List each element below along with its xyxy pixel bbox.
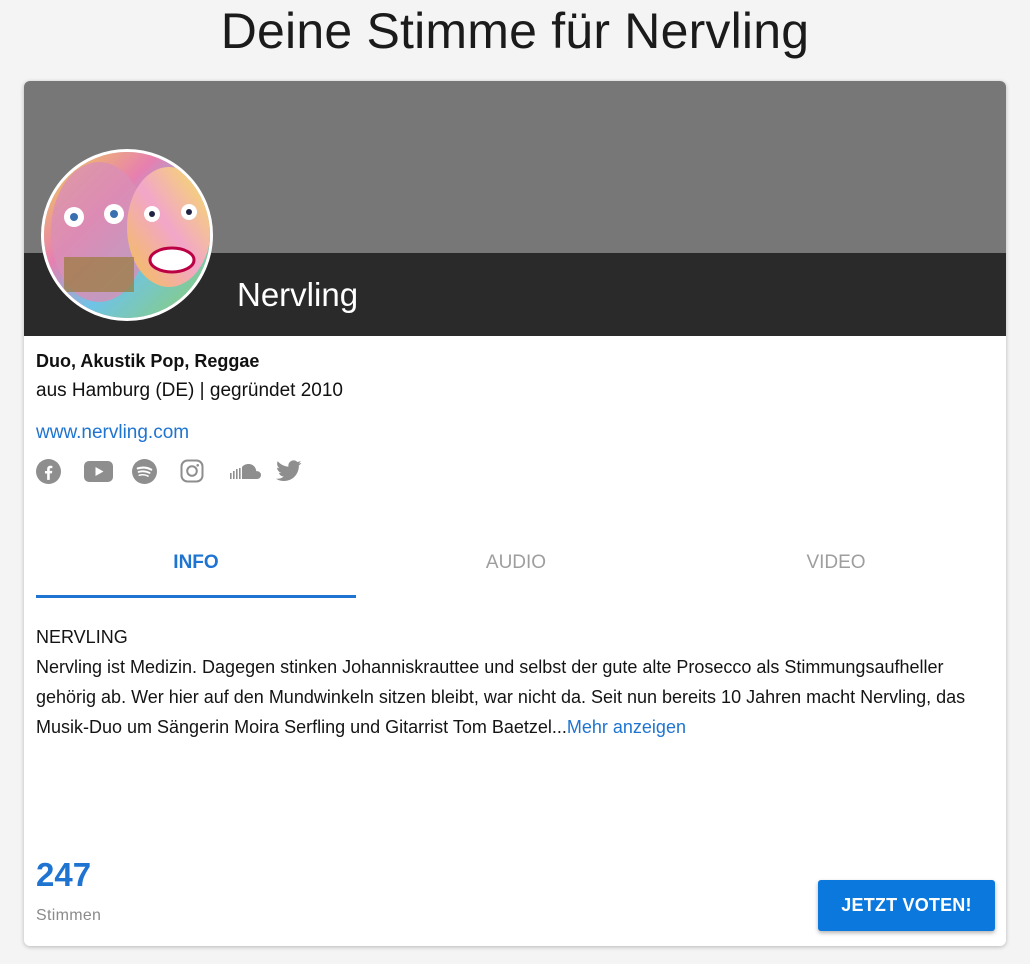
band-avatar — [41, 149, 213, 321]
vote-count-label: Stimmen — [36, 907, 102, 924]
show-more-link[interactable]: Mehr anzeigen — [567, 717, 686, 737]
vote-button[interactable]: JETZT VOTEN! — [818, 880, 995, 931]
soundcloud-icon[interactable] — [228, 457, 276, 485]
vote-count: 247 — [36, 856, 92, 893]
band-origin: aus Hamburg (DE) | gegründet 2010 — [36, 380, 343, 401]
tab-video[interactable]: VIDEO — [676, 541, 996, 598]
tab-audio[interactable]: AUDIO — [356, 541, 676, 598]
band-genre: Duo, Akustik Pop, Reggae — [36, 351, 260, 371]
twitter-icon[interactable] — [276, 457, 324, 485]
description-heading: NERVLING — [36, 627, 128, 647]
band-name: Nervling — [237, 276, 359, 313]
band-card: Nervling Duo, Akustik Pop, Reggae aus Ha… — [24, 81, 1006, 946]
website-link[interactable]: www.nervling.com — [36, 422, 189, 444]
facebook-icon[interactable] — [36, 457, 84, 485]
content-tabs: INFO AUDIO VIDEO — [36, 541, 996, 598]
youtube-icon[interactable] — [84, 457, 132, 485]
band-description: NERVLING Nervling ist Medizin. Dagegen s… — [36, 622, 1001, 742]
description-text: Nervling ist Medizin. Dagegen stinken Jo… — [36, 657, 966, 737]
tab-info[interactable]: INFO — [36, 541, 356, 598]
page-title: Deine Stimme für Nervling — [220, 3, 810, 59]
spotify-icon[interactable] — [132, 457, 180, 485]
social-links — [36, 457, 324, 485]
instagram-icon[interactable] — [180, 457, 228, 485]
description-body: Nervling ist Medizin. Dagegen stinken Jo… — [36, 652, 1001, 742]
